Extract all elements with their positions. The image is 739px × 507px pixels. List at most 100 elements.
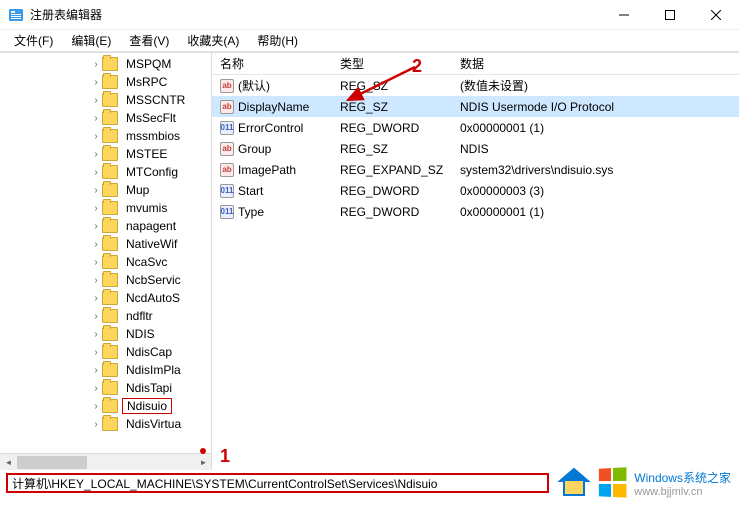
menu-help[interactable]: 帮助(H) [249,30,306,51]
chevron-right-icon[interactable]: › [90,167,102,178]
tree-node-ndisvirtua[interactable]: › NdisVirtua [0,415,211,433]
watermark-brand-cn: 系统之家 [683,471,731,485]
chevron-right-icon[interactable]: › [90,131,102,142]
window-title: 注册表编辑器 [30,6,601,23]
chevron-right-icon[interactable]: › [90,113,102,124]
binary-value-icon: 011 [220,121,234,135]
tree-node-msscntr[interactable]: › MSSCNTR [0,91,211,109]
chevron-right-icon[interactable]: › [90,329,102,340]
chevron-right-icon[interactable]: › [90,239,102,250]
watermark-url: www.bjjmlv.cn [634,486,731,498]
tree-label: NdisTapi [126,381,172,395]
chevron-right-icon[interactable]: › [90,401,102,412]
tree-node-mtconfig[interactable]: ›MTConfig [0,163,211,181]
tree-label: Mup [126,183,149,197]
menu-view[interactable]: 查看(V) [121,30,177,51]
scroll-track[interactable] [17,454,195,471]
tree-node-ncasvc[interactable]: › NcaSvc [0,253,211,271]
value-type: REG_SZ [332,100,452,114]
tree-node-nativewif[interactable]: ›NativeWif [0,235,211,253]
maximize-button[interactable] [647,0,693,30]
col-header-type[interactable]: 类型 [332,55,452,72]
chevron-right-icon[interactable]: › [90,383,102,394]
tree-pane[interactable]: ›MSPQM›MsRPC›MSSCNTR›MsSecFlt›mssmbios›M… [0,53,212,470]
binary-value-icon: 011 [220,184,234,198]
chevron-right-icon[interactable]: › [90,149,102,160]
chevron-right-icon[interactable]: › [90,347,102,358]
chevron-right-icon[interactable]: › [90,419,102,430]
tree-label: MSTEE [126,147,167,161]
tree-node-mssmbios[interactable]: › mssmbios [0,127,211,145]
value-name: Group [238,142,271,156]
tree-node-ndisimpla[interactable]: ›NdisImPla [0,361,211,379]
tree-node-msrpc[interactable]: › MsRPC [0,73,211,91]
chevron-right-icon[interactable]: › [90,257,102,268]
chevron-right-icon[interactable]: › [90,77,102,88]
scroll-left-arrow[interactable]: ◄ [0,454,17,471]
chevron-right-icon[interactable]: › [90,293,102,304]
chevron-right-icon[interactable]: › [90,365,102,376]
scroll-right-arrow[interactable]: ► [195,454,212,471]
tree-label: mvumis [126,201,167,215]
scroll-thumb[interactable] [17,456,87,469]
folder-icon [102,345,118,359]
menu-edit[interactable]: 编辑(E) [63,30,119,51]
menu-favorites[interactable]: 收藏夹(A) [179,30,247,51]
minimize-button[interactable] [601,0,647,30]
close-button[interactable] [693,0,739,30]
chevron-right-icon[interactable]: › [90,95,102,106]
chevron-right-icon[interactable]: › [90,275,102,286]
tree-node-ndistapi[interactable]: › NdisTapi [0,379,211,397]
folder-icon [102,219,118,233]
tree-node-mspqm[interactable]: › MSPQM [0,55,211,73]
value-data: NDIS [452,142,739,156]
value-name: (默认) [238,77,270,94]
tree-node-ndiscap[interactable]: ›NdisCap [0,343,211,361]
list-row[interactable]: 011StartREG_DWORD0x00000003 (3) [212,180,739,201]
tree-label: MsRPC [126,75,167,89]
tree-hscrollbar[interactable]: ◄ ► [0,453,212,470]
folder-icon [102,201,118,215]
chevron-right-icon[interactable]: › [90,185,102,196]
list-pane[interactable]: 名称 类型 数据 ab(默认)REG_SZ(数值未设置)abDisplayNam… [212,53,739,470]
tree-node-mup[interactable]: › Mup [0,181,211,199]
folder-icon [102,363,118,377]
tree-label: NcbServic [126,273,181,287]
statusbar-path: 计算机\HKEY_LOCAL_MACHINE\SYSTEM\CurrentCon… [6,473,549,493]
folder-icon [102,381,118,395]
list-row[interactable]: 011TypeREG_DWORD0x00000001 (1) [212,201,739,222]
watermark-brand: Windows [634,471,683,485]
chevron-right-icon[interactable]: › [90,59,102,70]
list-row[interactable]: abDisplayNameREG_SZNDIS Usermode I/O Pro… [212,96,739,117]
chevron-right-icon[interactable]: › [90,203,102,214]
list-row[interactable]: abGroupREG_SZNDIS [212,138,739,159]
list-row[interactable]: abImagePathREG_EXPAND_SZsystem32\drivers… [212,159,739,180]
chevron-right-icon[interactable]: › [90,311,102,322]
tree-label: NcaSvc [126,255,167,269]
tree-node-ncbservic[interactable]: › NcbServic [0,271,211,289]
string-value-icon: ab [220,79,234,93]
tree-label: mssmbios [126,129,180,143]
tree-label: Ndisuio [127,399,167,413]
menu-file[interactable]: 文件(F) [6,30,61,51]
tree-node-mstee[interactable]: › MSTEE [0,145,211,163]
list-row[interactable]: ab(默认)REG_SZ(数值未设置) [212,75,739,96]
tree-label: MSPQM [126,57,171,71]
watermark-text: Windows系统之家 www.bjjmlv.cn [634,469,731,498]
folder-icon [102,183,118,197]
tree-label: NdisVirtua [126,417,181,431]
list-row[interactable]: 011ErrorControlREG_DWORD0x00000001 (1) [212,117,739,138]
tree-node-ndisuio[interactable]: › Ndisuio [0,397,211,415]
annotation-dot [200,448,206,454]
tree-node-ndis[interactable]: ›NDIS [0,325,211,343]
tree-node-mssecflt[interactable]: ›MsSecFlt [0,109,211,127]
col-header-name[interactable]: 名称 [212,55,332,72]
col-header-data[interactable]: 数据 [452,55,739,72]
tree-node-ndfltr[interactable]: ›ndfltr [0,307,211,325]
chevron-right-icon[interactable]: › [90,221,102,232]
tree-label: MSSCNTR [126,93,185,107]
tree-node-mvumis[interactable]: › mvumis [0,199,211,217]
tree-node-napagent[interactable]: ›napagent [0,217,211,235]
tree-node-ncdautos[interactable]: ›NcdAutoS [0,289,211,307]
folder-icon [102,75,118,89]
